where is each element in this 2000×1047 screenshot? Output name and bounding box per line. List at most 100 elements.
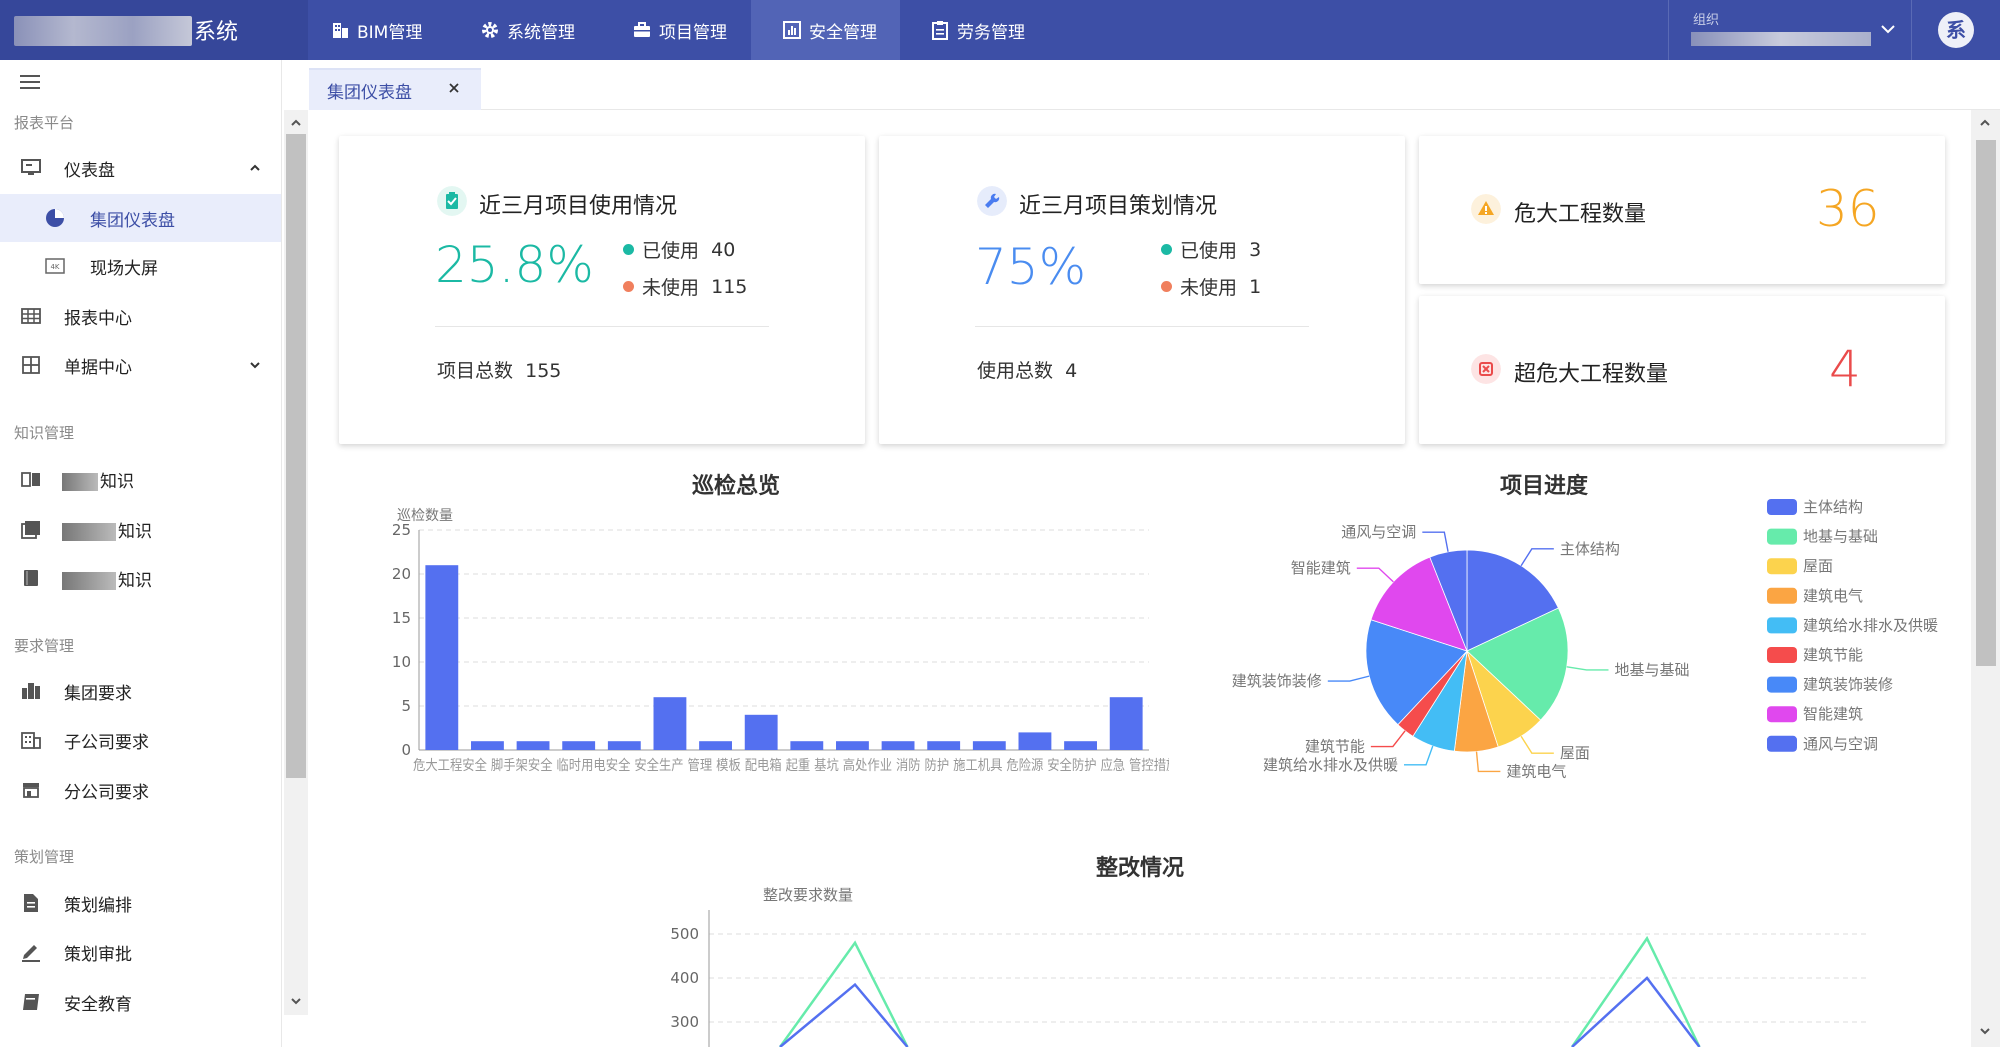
tab-group-dashboard[interactable]: 集团仪表盘 bbox=[309, 68, 481, 110]
redacted-text bbox=[62, 571, 116, 590]
y-tick-label: 300 bbox=[670, 1013, 699, 1031]
sidebar-item-label: 报表中心 bbox=[64, 308, 132, 329]
sidebar-item-document-center[interactable]: 单据中心 bbox=[0, 341, 281, 389]
sidebar-item-label: 知识 bbox=[118, 521, 152, 542]
nav-system[interactable]: 系统管理 bbox=[480, 0, 610, 60]
scroll-down-icon[interactable] bbox=[289, 994, 303, 1008]
table-icon bbox=[21, 308, 41, 324]
y-axis-label: 整改要求数量 bbox=[763, 886, 853, 904]
scroll-up-icon[interactable] bbox=[1978, 116, 1992, 130]
legend-swatch bbox=[1767, 617, 1797, 634]
bar bbox=[653, 697, 687, 750]
sidebar-item-plan-approval[interactable]: 策划审批 bbox=[0, 928, 281, 976]
legend-label: 建筑节能 bbox=[1803, 646, 1863, 664]
sidebar-item-safety-education[interactable]: 安全教育 bbox=[0, 978, 281, 1026]
store-icon bbox=[23, 783, 39, 798]
sidebar-item-group-dashboard[interactable]: 集团仪表盘 bbox=[0, 194, 281, 242]
user-avatar[interactable]: 系 bbox=[1938, 12, 1974, 48]
sidebar-item-group-requirements[interactable]: 集团要求 bbox=[0, 667, 281, 715]
pie-leader-line bbox=[1356, 567, 1394, 583]
legend-label: 建筑电气 bbox=[1803, 587, 1863, 605]
sidebar-item-subsidiary-requirements[interactable]: 子公司要求 bbox=[0, 716, 281, 764]
nav-safety[interactable]: 安全管理 bbox=[751, 0, 900, 60]
redacted-text bbox=[62, 522, 116, 541]
y-tick-label: 500 bbox=[670, 925, 699, 943]
total-value: 4 bbox=[1065, 360, 1078, 382]
close-icon[interactable] bbox=[445, 79, 463, 97]
scroll-up-icon[interactable] bbox=[289, 116, 303, 130]
unused-dot bbox=[1161, 281, 1172, 292]
redacted-org-name bbox=[1691, 32, 1871, 46]
pie-slice-label: 智能建筑 bbox=[1291, 559, 1351, 577]
chevron-up-icon bbox=[250, 164, 260, 171]
org-selector[interactable]: 组织 bbox=[1668, 0, 1912, 60]
sidebar-item-knowledge-3[interactable]: 知识 bbox=[0, 554, 281, 602]
unused-label: 未使用 bbox=[642, 277, 700, 299]
sidebar-item-plan-arrange[interactable]: 策划编排 bbox=[0, 879, 281, 927]
sidebar-item-knowledge-1[interactable]: 知识 bbox=[0, 455, 281, 503]
divider bbox=[435, 326, 769, 327]
nav-project[interactable]: 项目管理 bbox=[632, 0, 762, 60]
tab-label: 集团仪表盘 bbox=[327, 82, 412, 103]
dashboard-content: 近三月项目使用情况 25.8% 已使用 40 未使用 115 项目总数 155 … bbox=[309, 110, 1971, 1047]
y-tick-label: 20 bbox=[392, 565, 411, 583]
rectification-line-chart: 整改要求数量检查要求数量300400500 bbox=[670, 886, 1869, 1047]
usage-percent: 25.8% bbox=[435, 236, 594, 294]
used-label: 已使用 bbox=[642, 240, 700, 262]
sidebar-item-label: 知识 bbox=[100, 471, 134, 492]
legend-swatch bbox=[1767, 528, 1797, 545]
sidebar-item-site-screen[interactable]: 4K 现场大屏 bbox=[0, 242, 281, 290]
sidebar-item-dashboard[interactable]: 仪表盘 bbox=[0, 144, 281, 192]
sidebar-item-report-center[interactable]: 报表中心 bbox=[0, 292, 281, 340]
pie-leader-line bbox=[1370, 730, 1406, 748]
total-label: 项目总数 bbox=[437, 360, 514, 382]
main-scrollbar-thumb[interactable] bbox=[1976, 140, 1996, 666]
legend-label: 建筑装饰装修 bbox=[1803, 676, 1893, 694]
sidebar-item-label: 分公司要求 bbox=[64, 782, 149, 803]
sidebar-item-branch-requirements[interactable]: 分公司要求 bbox=[0, 766, 281, 814]
sidebar-scrollbar-thumb[interactable] bbox=[286, 134, 306, 778]
legend-swatch bbox=[1767, 587, 1797, 604]
y-tick-label: 25 bbox=[392, 521, 411, 539]
unused-dot bbox=[623, 281, 634, 292]
office-building-icon bbox=[21, 732, 41, 749]
used-dot bbox=[623, 244, 634, 255]
section-report-platform: 报表平台 bbox=[14, 114, 75, 132]
app-logo[interactable]: 系统 bbox=[0, 0, 308, 60]
bar bbox=[1109, 697, 1143, 750]
redacted-text bbox=[62, 472, 98, 491]
sidebar-item-label: 单据中心 bbox=[64, 357, 132, 378]
pie-leader-line bbox=[1520, 735, 1554, 754]
pie-chart-icon bbox=[46, 209, 64, 227]
used-dot bbox=[1161, 244, 1172, 255]
pie-leader-line bbox=[1422, 531, 1449, 552]
card-project-planning: 近三月项目策划情况 75% 已使用 3 未使用 1 使用总数 4 bbox=[879, 136, 1405, 444]
nav-labor[interactable]: 劳务管理 bbox=[930, 0, 1060, 60]
used-value: 3 bbox=[1249, 238, 1262, 261]
y-tick-label: 10 bbox=[392, 653, 411, 671]
scroll-down-icon[interactable] bbox=[1978, 1024, 1992, 1038]
y-tick-label: 5 bbox=[401, 697, 411, 715]
pie-leader-line bbox=[1327, 675, 1370, 682]
app-title-suffix: 系统 bbox=[194, 20, 239, 45]
gear-icon bbox=[482, 22, 498, 38]
sidebar-item-label: 策划审批 bbox=[64, 944, 132, 965]
bar bbox=[972, 741, 1006, 750]
section-planning: 策划管理 bbox=[14, 848, 75, 866]
pie-legend: 主体结构地基与基础屋面建筑电气建筑给水排水及供暖建筑节能建筑装饰装修智能建筑通风… bbox=[1767, 498, 1938, 753]
divider bbox=[975, 326, 1309, 327]
unused-value: 1 bbox=[1249, 275, 1262, 298]
total-label: 使用总数 bbox=[977, 360, 1054, 382]
card-super-danger-projects: 超危大工程数量 4 bbox=[1419, 296, 1945, 444]
pie-slice-label: 建筑节能 bbox=[1305, 738, 1365, 756]
menu-toggle-icon[interactable] bbox=[20, 72, 42, 92]
progress-pie-chart: 主体结构地基与基础屋面建筑电气 建筑给水排水及供暖建筑节能 建筑装饰装修 智能建筑 通风… bbox=[1232, 523, 1690, 780]
nav-bim[interactable]: BIM管理 bbox=[330, 0, 460, 60]
legend-swatch bbox=[1767, 647, 1797, 663]
used-value: 40 bbox=[711, 238, 736, 261]
card-title: 超危大工程数量 bbox=[1514, 362, 1669, 387]
legend-label: 屋面 bbox=[1803, 557, 1833, 575]
sidebar-item-knowledge-2[interactable]: 知识 bbox=[0, 505, 281, 553]
card-project-usage: 近三月项目使用情况 25.8% 已使用 40 未使用 115 项目总数 155 bbox=[339, 136, 865, 444]
sidebar-item-label: 集团要求 bbox=[64, 683, 132, 704]
